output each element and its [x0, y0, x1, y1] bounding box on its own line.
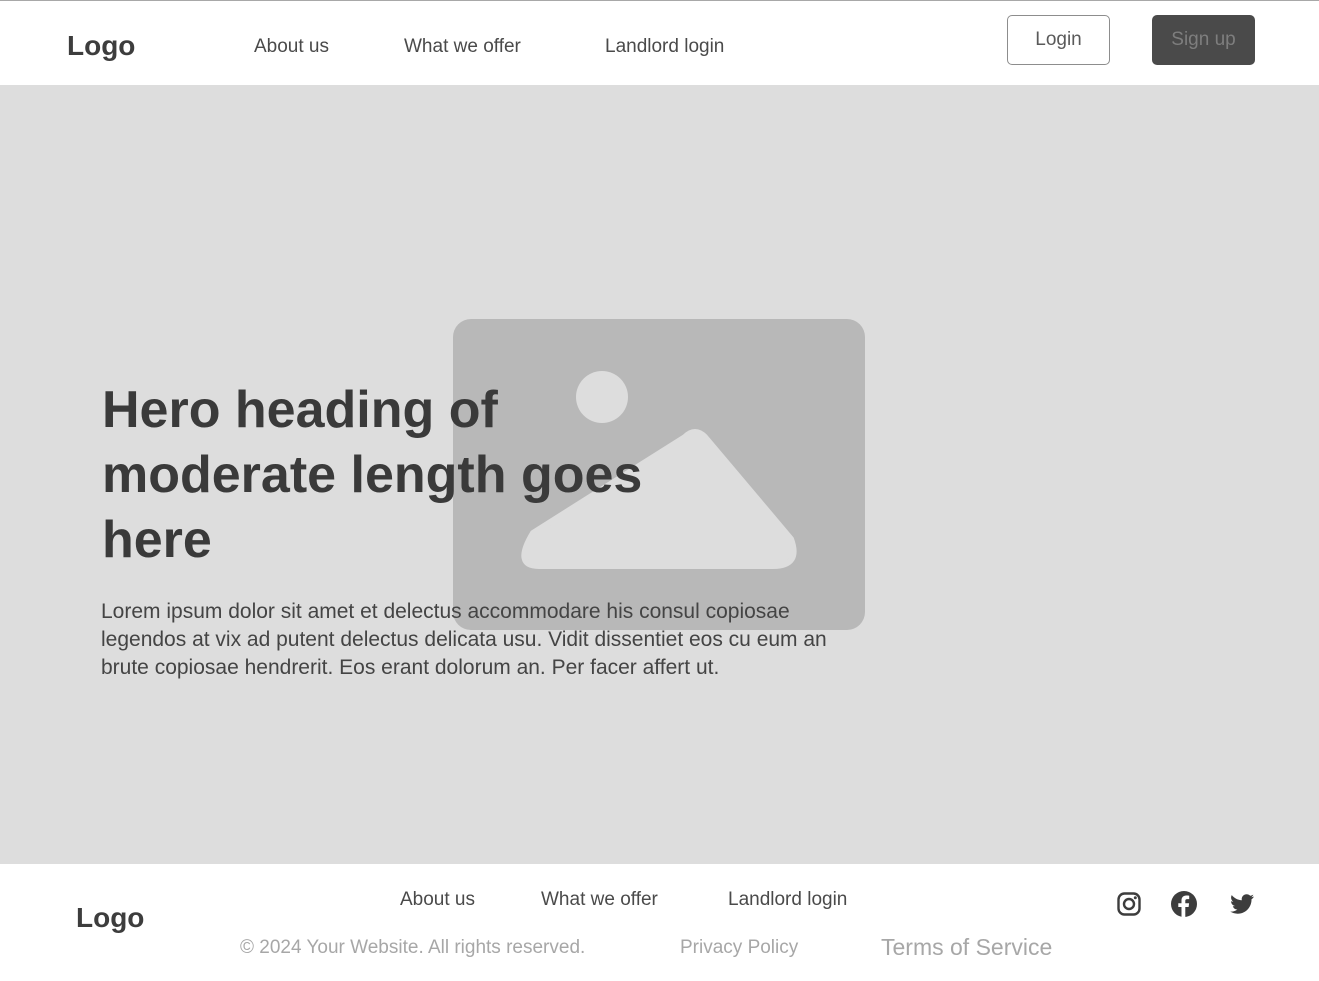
footer-link-what-we-offer[interactable]: What we offer	[541, 889, 658, 911]
facebook-icon[interactable]	[1170, 890, 1198, 918]
nav-link-landlord-login[interactable]: Landlord login	[605, 36, 724, 58]
footer-link-about[interactable]: About us	[400, 889, 475, 911]
login-button[interactable]: Login	[1007, 15, 1110, 65]
header-logo[interactable]: Logo	[67, 30, 135, 62]
hero-heading: Hero heading of moderate length goes her…	[102, 381, 643, 569]
instagram-icon[interactable]	[1115, 890, 1143, 918]
nav-link-about[interactable]: About us	[254, 36, 329, 58]
footer-logo[interactable]: Logo	[76, 902, 144, 934]
terms-of-service-link[interactable]: Terms of Service	[881, 934, 1052, 961]
signup-button[interactable]: Sign up	[1152, 15, 1255, 65]
landing-page: Logo About us What we offer Landlord log…	[0, 0, 1319, 981]
hero-section: Hero heading of moderate length goes her…	[0, 85, 1319, 864]
site-footer: Logo About us What we offer Landlord log…	[0, 864, 1319, 981]
site-header: Logo About us What we offer Landlord log…	[0, 0, 1319, 85]
privacy-policy-link[interactable]: Privacy Policy	[680, 937, 798, 959]
copyright-text: © 2024 Your Website. All rights reserved…	[240, 937, 586, 958]
footer-link-landlord-login[interactable]: Landlord login	[728, 889, 847, 911]
hero-body-text: Lorem ipsum dolor sit amet et delectus a…	[101, 600, 827, 679]
twitter-icon[interactable]	[1228, 890, 1256, 918]
nav-link-what-we-offer[interactable]: What we offer	[404, 36, 521, 58]
